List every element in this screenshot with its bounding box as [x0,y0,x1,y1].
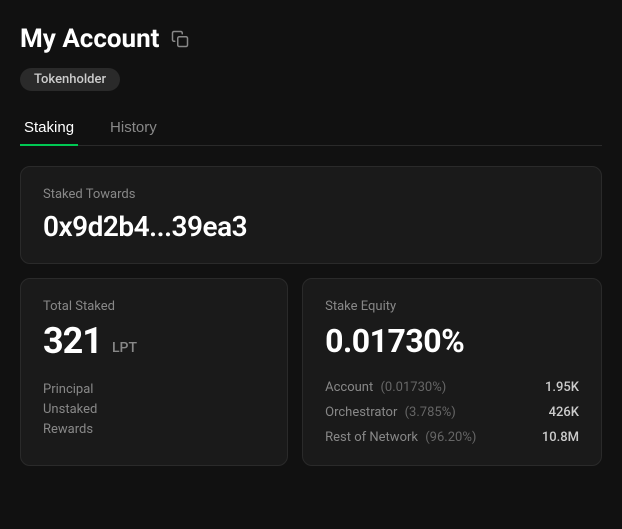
account-label: Account (0.01730%) [325,380,446,395]
equity-row-rest: Rest of Network (96.20%) 10.8M [325,430,579,445]
equity-breakdown: Account (0.01730%) 1.95K Orchestrator (3… [325,380,579,445]
total-staked-label: Total Staked [43,299,265,314]
header-row: My Account [20,24,602,54]
orchestrator-value: 426K [549,405,579,420]
tab-staking[interactable]: Staking [20,111,78,146]
substats: Principal Unstaked Rewards [43,382,265,437]
staked-towards-card: Staked Towards 0x9d2b4...39ea3 [20,166,602,264]
account-value: 1.95K [545,380,579,395]
role-badge: Tokenholder [20,68,120,91]
page-title: My Account [20,24,159,54]
bottom-cards: Total Staked 321 LPT Principal Unstaked … [20,278,602,466]
orchestrator-label: Orchestrator (3.785%) [325,405,456,420]
copy-button[interactable] [169,28,191,50]
rest-of-network-value: 10.8M [542,430,579,445]
lpt-unit-label: LPT [112,340,137,356]
stake-equity-value: 0.01730% [325,322,579,360]
stake-equity-label: Stake Equity [325,299,579,314]
unstaked-label: Unstaked [43,402,265,417]
rewards-label: Rewards [43,422,265,437]
staked-address: 0x9d2b4...39ea3 [43,210,579,243]
tabs-row: Staking History [20,111,602,146]
equity-row-account: Account (0.01730%) 1.95K [325,380,579,395]
total-staked-value-row: 321 LPT [43,320,265,362]
total-staked-card: Total Staked 321 LPT Principal Unstaked … [20,278,288,466]
rest-of-network-label: Rest of Network (96.20%) [325,430,476,445]
stake-equity-card: Stake Equity 0.01730% Account (0.01730%)… [302,278,602,466]
total-staked-number: 321 [43,320,102,362]
equity-row-orchestrator: Orchestrator (3.785%) 426K [325,405,579,420]
staked-towards-label: Staked Towards [43,187,579,202]
principal-label: Principal [43,382,265,397]
tab-history[interactable]: History [106,111,161,146]
